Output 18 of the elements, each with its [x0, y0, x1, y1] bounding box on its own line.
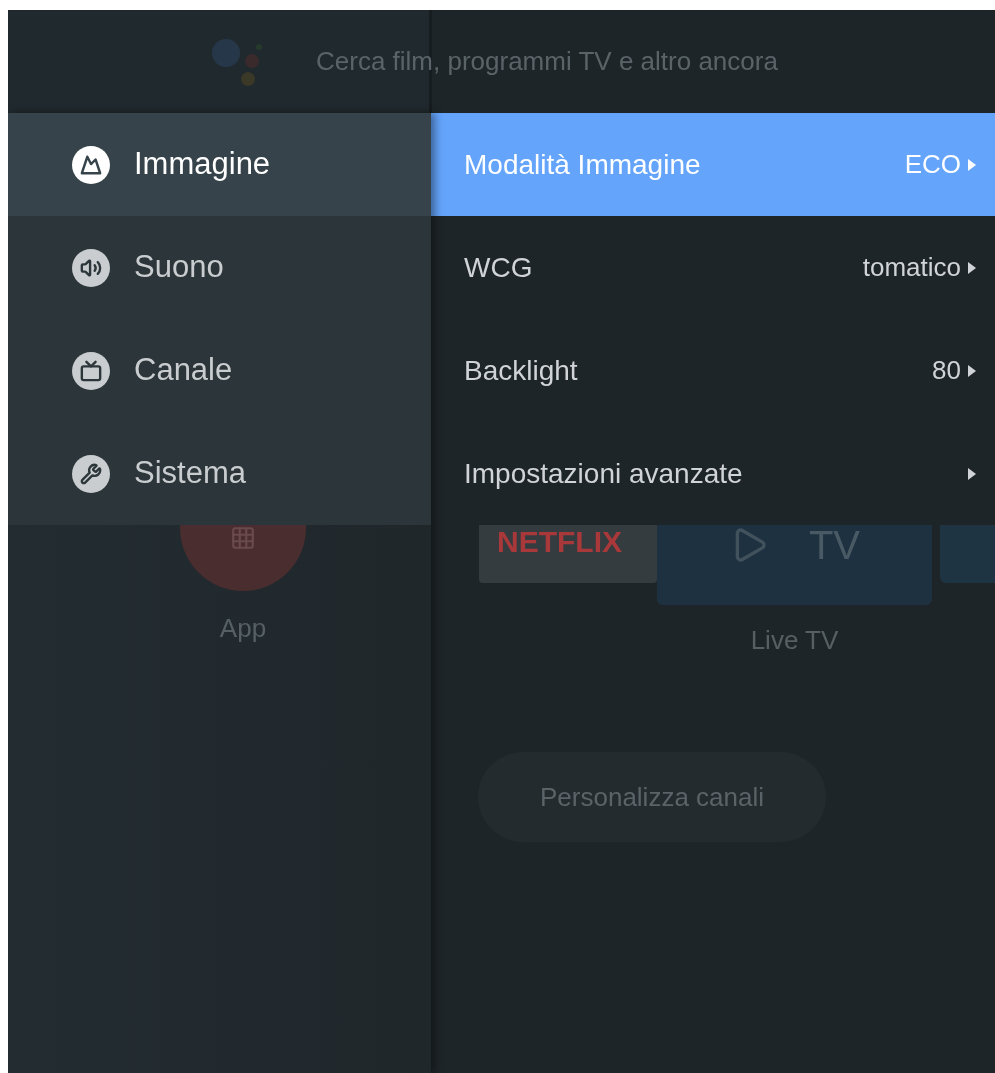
caret-icon — [967, 157, 977, 172]
tile-caption: Live TV — [750, 624, 839, 657]
picture-icon — [72, 145, 110, 184]
caret-icon — [967, 260, 977, 275]
setting-row[interactable]: Backlight 80 — [431, 319, 995, 422]
category-item[interactable]: Immagine — [8, 113, 431, 216]
category-item[interactable]: Sistema — [8, 422, 431, 525]
setting-row[interactable]: WCG tomatico — [431, 216, 995, 319]
caret-icon — [967, 363, 977, 378]
grid-icon — [230, 525, 256, 551]
system-icon — [72, 454, 110, 493]
category-item[interactable]: Suono — [8, 216, 431, 319]
caret-icon — [967, 466, 977, 481]
channel-icon — [72, 351, 110, 390]
category-item[interactable]: Canale — [8, 319, 431, 422]
setting-row[interactable]: Impostazioni avanzate — [431, 422, 995, 525]
app-tile[interactable] — [940, 525, 995, 583]
sound-icon — [72, 248, 110, 287]
